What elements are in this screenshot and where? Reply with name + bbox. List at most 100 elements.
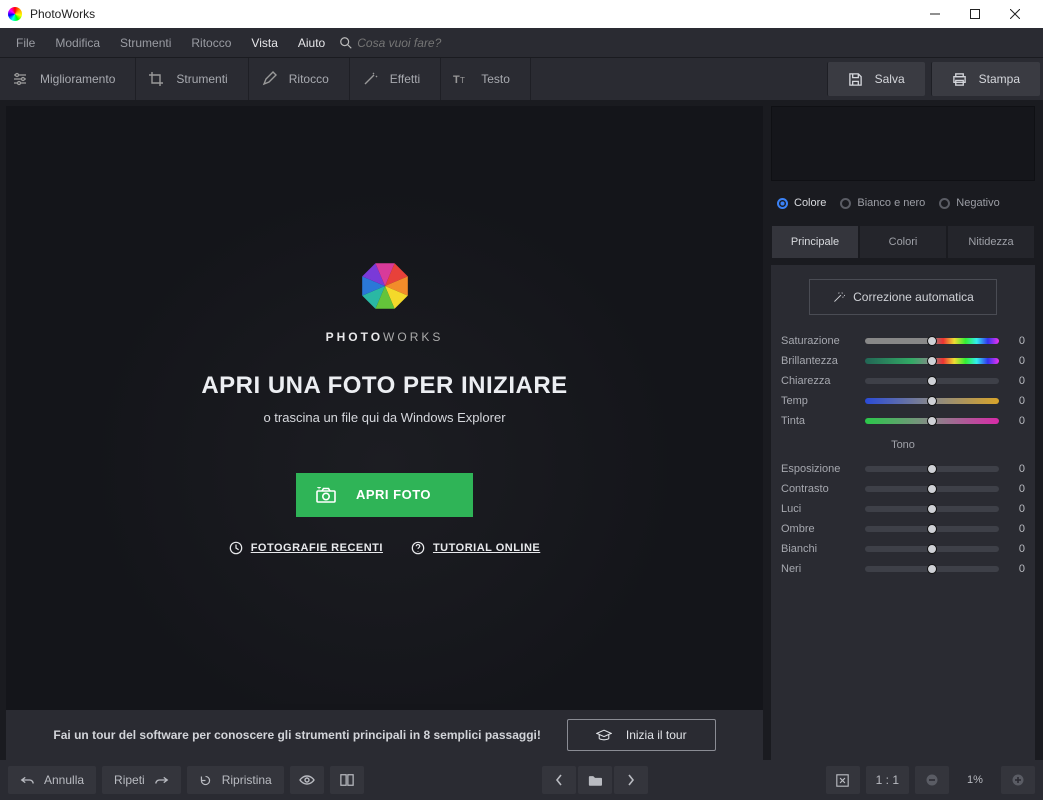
- menu-retouch[interactable]: Ritocco: [181, 30, 241, 56]
- radio-negative[interactable]: Negativo: [939, 197, 999, 209]
- search-icon: [339, 36, 353, 50]
- zoom-in-button[interactable]: [1001, 766, 1035, 794]
- search-input[interactable]: [357, 36, 517, 50]
- slider-whites-label: Bianchi: [781, 543, 857, 555]
- zoom-out-button[interactable]: [915, 766, 949, 794]
- tab-enhance[interactable]: Miglioramento: [0, 58, 136, 100]
- tab-colors[interactable]: Colori: [859, 225, 947, 259]
- fit-button[interactable]: [826, 766, 860, 794]
- histogram-preview: [771, 106, 1035, 181]
- text-icon: TT: [453, 71, 469, 87]
- tab-tools[interactable]: Strumenti: [136, 58, 248, 100]
- slider-clarity-label: Chiarezza: [781, 375, 857, 387]
- browse-button[interactable]: [578, 766, 612, 794]
- slider-exposure[interactable]: [865, 466, 999, 472]
- slider-highlights-label: Luci: [781, 503, 857, 515]
- slider-temp[interactable]: [865, 398, 999, 404]
- maximize-button[interactable]: [955, 0, 995, 28]
- close-button[interactable]: [995, 0, 1035, 28]
- menu-view[interactable]: Vista: [241, 30, 287, 56]
- svg-text:T: T: [460, 76, 465, 85]
- crop-icon: [148, 71, 164, 87]
- help-icon: [411, 541, 425, 555]
- auto-correct-button[interactable]: Correzione automatica: [809, 279, 997, 315]
- tour-text: Fai un tour del software per conoscere g…: [53, 728, 540, 742]
- tour-button-label: Inizia il tour: [626, 728, 687, 742]
- undo-button[interactable]: Annulla: [8, 766, 96, 794]
- minus-icon: [926, 774, 938, 786]
- tab-sharpness[interactable]: Nitidezza: [947, 225, 1035, 259]
- menu-help[interactable]: Aiuto: [288, 30, 335, 56]
- folder-icon: [588, 775, 602, 786]
- save-button[interactable]: Salva: [827, 62, 925, 96]
- main-toolbar: Miglioramento Strumenti Ritocco Effetti …: [0, 58, 1043, 100]
- slider-temp-label: Temp: [781, 395, 857, 407]
- plus-icon: [1012, 774, 1024, 786]
- chevron-right-icon: [627, 774, 635, 786]
- slider-contrast-label: Contrasto: [781, 483, 857, 495]
- tab-retouch-label: Ritocco: [289, 72, 329, 86]
- tab-enhance-label: Miglioramento: [40, 72, 115, 86]
- slider-clarity[interactable]: [865, 378, 999, 384]
- brand-text: PHOTOWORKS: [326, 330, 444, 344]
- tab-effects-label: Effetti: [390, 72, 420, 86]
- open-photo-button[interactable]: + APRI FOTO: [296, 473, 473, 517]
- svg-text:T: T: [453, 74, 460, 86]
- slider-brilliance-label: Brillantezza: [781, 355, 857, 367]
- tab-text[interactable]: TT Testo: [441, 58, 531, 100]
- print-icon: [952, 72, 967, 87]
- compare-button[interactable]: [330, 766, 364, 794]
- tab-tools-label: Strumenti: [176, 72, 227, 86]
- slider-brilliance[interactable]: [865, 358, 999, 364]
- tab-retouch[interactable]: Ritocco: [249, 58, 350, 100]
- actual-size-button[interactable]: 1 : 1: [866, 766, 909, 794]
- slider-tint[interactable]: [865, 418, 999, 424]
- tour-bar: Fai un tour del software per conoscere g…: [6, 710, 763, 760]
- adjustment-tabs: Principale Colori Nitidezza: [771, 225, 1035, 259]
- save-label: Salva: [875, 72, 905, 86]
- welcome-subline: o trascina un file qui da Windows Explor…: [263, 410, 505, 425]
- graduation-icon: [596, 729, 612, 741]
- sliders-icon: [12, 71, 28, 87]
- preview-toggle-button[interactable]: [290, 766, 324, 794]
- tab-main[interactable]: Principale: [771, 225, 859, 259]
- clock-icon: [229, 541, 243, 555]
- slider-tint-label: Tinta: [781, 415, 857, 427]
- reset-button[interactable]: Ripristina: [187, 766, 284, 794]
- print-button[interactable]: Stampa: [931, 62, 1040, 96]
- print-label: Stampa: [979, 72, 1020, 86]
- slider-blacks[interactable]: [865, 566, 999, 572]
- slider-saturation[interactable]: [865, 338, 999, 344]
- tab-effects[interactable]: Effetti: [350, 58, 441, 100]
- color-mode-radios: Colore Bianco e nero Negativo: [771, 187, 1035, 219]
- menu-tools[interactable]: Strumenti: [110, 30, 181, 56]
- slider-highlights[interactable]: [865, 506, 999, 512]
- next-button[interactable]: [614, 766, 648, 794]
- welcome-headline: APRI UNA FOTO PER INIZIARE: [201, 372, 567, 400]
- slider-shadows[interactable]: [865, 526, 999, 532]
- fit-icon: [836, 774, 849, 787]
- status-bar: Annulla Ripeti Ripristina 1 : 1 1%: [0, 760, 1043, 800]
- save-icon: [848, 72, 863, 87]
- menu-file[interactable]: File: [6, 30, 45, 56]
- prev-button[interactable]: [542, 766, 576, 794]
- window-title: PhotoWorks: [30, 7, 915, 21]
- radio-color[interactable]: Colore: [777, 197, 826, 209]
- tutorial-link[interactable]: TUTORIAL ONLINE: [411, 541, 540, 555]
- slider-blacks-label: Neri: [781, 563, 857, 575]
- minimize-button[interactable]: [915, 0, 955, 28]
- slider-whites[interactable]: [865, 546, 999, 552]
- undo-icon: [20, 775, 34, 785]
- radio-bw[interactable]: Bianco e nero: [840, 197, 925, 209]
- menu-edit[interactable]: Modifica: [45, 30, 110, 56]
- slider-exposure-label: Esposizione: [781, 463, 857, 475]
- open-photo-label: APRI FOTO: [356, 487, 431, 502]
- start-tour-button[interactable]: Inizia il tour: [567, 719, 716, 751]
- right-sidebar: Colore Bianco e nero Negativo Principale…: [763, 100, 1043, 760]
- chevron-left-icon: [555, 774, 563, 786]
- tone-section-label: Tono: [781, 439, 1025, 451]
- slider-contrast[interactable]: [865, 486, 999, 492]
- recent-photos-link[interactable]: FOTOGRAFIE RECENTI: [229, 541, 383, 555]
- redo-button[interactable]: Ripeti: [102, 766, 181, 794]
- brush-icon: [261, 71, 277, 87]
